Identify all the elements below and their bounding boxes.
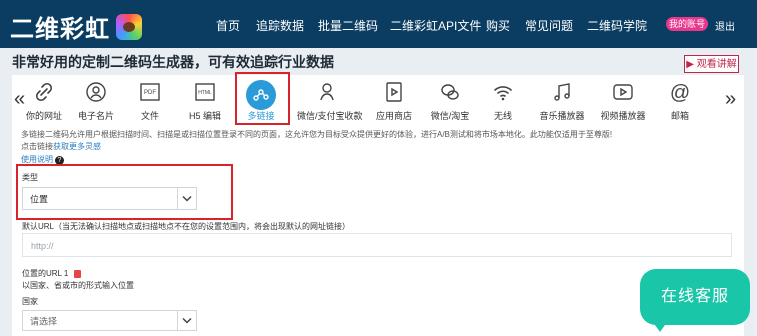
type-video[interactable]: 视频播放器 (593, 80, 653, 122)
location-url-title: 位置的URL 1 (22, 268, 82, 279)
link-icon (35, 82, 53, 102)
country-select[interactable]: 请选择 (22, 310, 197, 331)
default-url-placeholder: http:// (31, 241, 54, 251)
pdf-icon: PDF (140, 83, 160, 101)
type-select[interactable]: 位置 (22, 187, 197, 210)
description-text: 多链接二维码允许用户根据扫描时间、扫描是或扫描位置登录不同的页面，这允许您为目标… (21, 130, 613, 139)
type-music[interactable]: 音乐播放器 (532, 80, 592, 122)
app-store-icon (386, 82, 402, 102)
wechat-icon (441, 84, 459, 100)
logout-link[interactable]: 退出 (715, 18, 735, 33)
site-logo[interactable]: 二维彩虹 (10, 9, 142, 44)
nav-api-docs[interactable]: 二维彩虹API文件 (390, 17, 481, 34)
type-label: 无线 (493, 111, 512, 121)
nav-tracking-data[interactable]: 追踪数据 (256, 17, 304, 34)
nav-faq[interactable]: 常见问题 (525, 17, 573, 34)
type-select-value: 位置 (30, 194, 49, 204)
type-label: 微信/淘宝 (430, 111, 470, 121)
type-description: 多链接二维码允许用户根据扫描时间、扫描是或扫描位置登录不同的页面，这允许您为目标… (21, 129, 612, 153)
description-link-prefix: 点击链接 (21, 142, 53, 151)
type-field-label: 类型 (22, 173, 38, 182)
html-icon: HTML (195, 83, 215, 101)
type-file[interactable]: PDF 文件 (120, 80, 180, 122)
default-url-label: 默认URL（当无法确认扫描地点或扫描地点不在您的设置范围内，将会出现默认的网址链… (22, 222, 350, 231)
top-navigation-bar: 二维彩虹 首页 追踪数据 批量二维码 二维彩虹API文件 购买 常见问题 二维码… (0, 0, 757, 48)
person-icon (86, 82, 106, 102)
svg-text:HTML: HTML (198, 90, 212, 96)
online-support-button[interactable]: 在线客服 (640, 269, 750, 325)
my-account-button[interactable]: 我的账号 (666, 17, 708, 31)
wifi-icon (494, 86, 512, 101)
music-icon (554, 83, 570, 101)
location-url-title-text: 位置的URL 1 (22, 269, 69, 278)
location-url-desc: 以国家、省或市的形式输入位置 (22, 281, 134, 290)
nav-buy[interactable]: 购买 (486, 17, 510, 34)
rainbow-bear-logo-icon (116, 13, 142, 40)
nav-batch-qrcode[interactable]: 批量二维码 (318, 17, 378, 34)
type-wifi[interactable]: 无线 (473, 80, 533, 122)
watch-tutorial-button[interactable]: ▶ 观看讲解 (684, 55, 739, 73)
nav-home[interactable]: 首页 (216, 17, 240, 34)
type-label: H5 编辑 (188, 111, 221, 121)
trash-icon[interactable] (74, 269, 82, 278)
type-app-store[interactable]: 应用商店 (364, 80, 424, 122)
type-label: 文件 (140, 111, 159, 121)
chevron-down-icon (177, 188, 196, 209)
nav-qrcode-academy[interactable]: 二维码学院 (587, 17, 647, 34)
video-icon (613, 84, 633, 100)
svg-text:PDF: PDF (144, 90, 156, 96)
default-url-input[interactable]: http:// (22, 233, 732, 257)
chat-bubble-tail (650, 318, 670, 332)
type-vcard[interactable]: 电子名片 (66, 80, 126, 122)
next-types-arrow-icon[interactable]: » (725, 88, 736, 111)
svg-text:@: @ (670, 82, 690, 104)
type-label: 视频播放器 (600, 111, 646, 121)
country-label: 国家 (22, 297, 38, 306)
inspiration-link[interactable]: 获取更多灵感 (53, 142, 101, 151)
type-label: 邮箱 (670, 111, 689, 121)
type-link[interactable]: 你的网址 (14, 80, 74, 122)
page-headline: 非常好用的定制二维码生成器，可有效追踪行业数据 (12, 54, 334, 70)
email-icon: @ (670, 82, 690, 104)
highlight-box-multi-link (235, 72, 290, 125)
type-label: 微信/支付宝收款 (297, 111, 363, 121)
type-h5[interactable]: HTML H5 编辑 (175, 80, 235, 122)
type-wechat-taobao[interactable]: 微信/淘宝 (420, 80, 480, 122)
type-label: 你的网址 (25, 111, 62, 121)
country-select-value: 请选择 (30, 316, 58, 326)
type-label: 应用商店 (375, 111, 412, 121)
usage-help-label: 使用说明 (21, 155, 53, 164)
chevron-down-icon (177, 311, 196, 330)
type-label: 音乐播放器 (539, 111, 585, 121)
logo-text: 二维彩虹 (10, 16, 110, 43)
payment-icon (320, 83, 334, 101)
type-payment[interactable]: 微信/支付宝收款 (297, 80, 363, 122)
type-email[interactable]: @ 邮箱 (650, 80, 710, 122)
type-label: 电子名片 (77, 111, 114, 121)
